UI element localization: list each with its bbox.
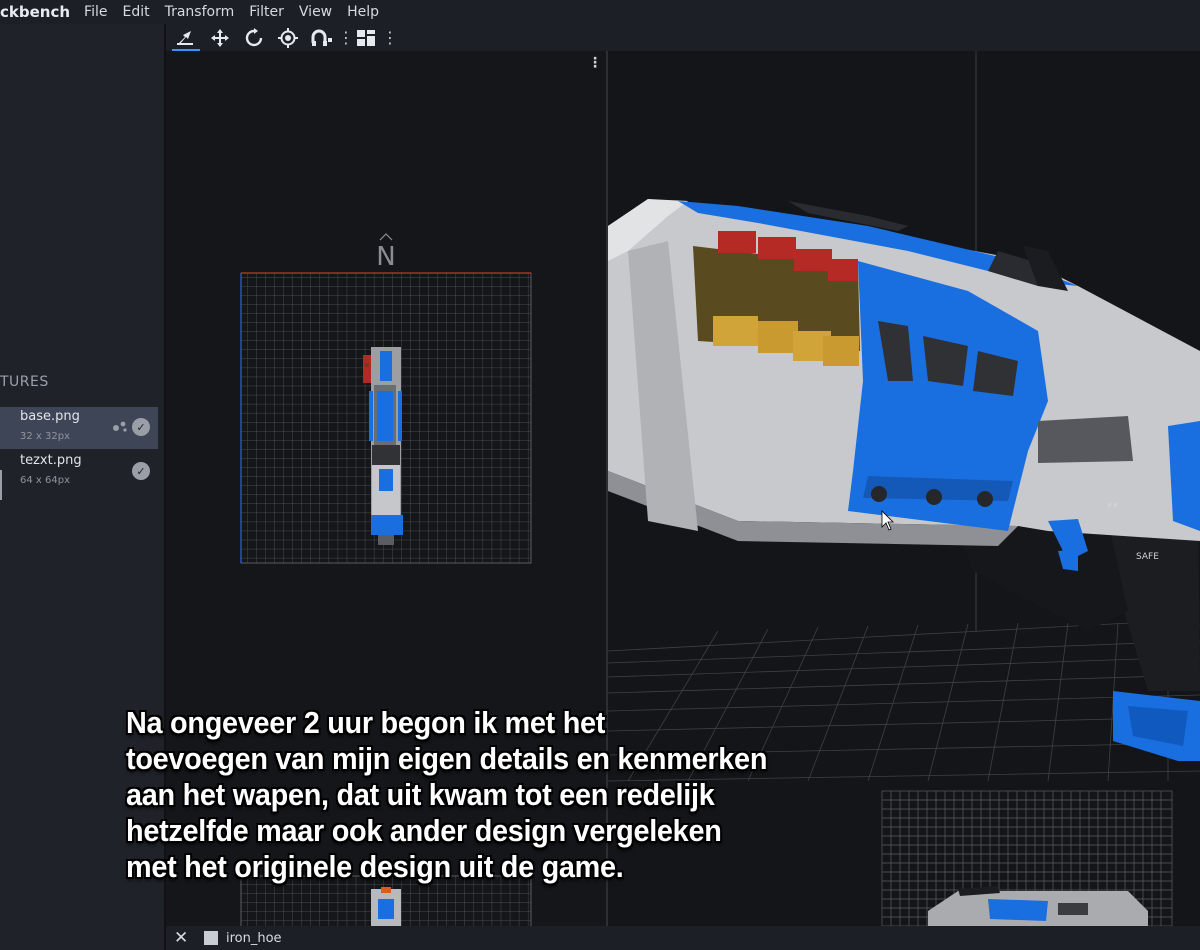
gun-model: SAFE — [608, 199, 1200, 761]
texture-name: base.png — [20, 409, 80, 424]
translate-icon[interactable] — [206, 26, 234, 50]
menu-view[interactable]: View — [299, 4, 332, 20]
texture-size: 32 x 32px — [20, 431, 70, 442]
menu-transform[interactable]: Transform — [165, 4, 235, 20]
caption-line: hetzelfde maar ook ander design vergelek… — [126, 813, 722, 848]
textures-panel-title: TURES — [0, 374, 49, 390]
particle-icon[interactable] — [112, 419, 128, 437]
menu-filter[interactable]: Filter — [249, 4, 284, 20]
texture-check-icon[interactable]: ✓ — [132, 418, 150, 436]
svg-text:N: N — [376, 242, 395, 272]
texture-item-tezxt[interactable]: tezxt.png 64 x 64px ✓ — [0, 451, 158, 493]
rotate-icon[interactable] — [240, 26, 268, 50]
vertex-snap-icon[interactable] — [308, 26, 336, 50]
video-caption: Na ongeveer 2 uur begon ik met het toevo… — [126, 705, 870, 885]
app-title: ckbench — [0, 3, 71, 21]
texture-check-icon[interactable]: ✓ — [132, 462, 150, 480]
pivot-icon[interactable] — [274, 26, 302, 50]
menu-edit[interactable]: Edit — [122, 4, 149, 20]
project-cube-icon — [204, 931, 218, 945]
texture-size: 64 x 64px — [20, 475, 70, 486]
caption-line: toevoegen van mijn eigen details en kenm… — [126, 741, 768, 776]
texture-name: tezxt.png — [20, 453, 82, 468]
caption-line: met het originele design uit de game. — [126, 849, 624, 884]
menu-help[interactable]: Help — [347, 4, 379, 20]
texture-item-base[interactable]: base.png 32 x 32px ✓ — [0, 407, 158, 449]
status-bar: ✕ iron_hoe — [166, 926, 1200, 950]
caption-line: aan het wapen, dat uit kwam tot een rede… — [126, 777, 715, 812]
uv-texture-island-2 — [371, 887, 401, 926]
menu-file[interactable]: File — [84, 4, 107, 20]
close-icon[interactable]: ✕ — [174, 928, 190, 948]
move-uv-tool-icon[interactable] — [172, 25, 200, 51]
compass-north-icon: N — [376, 233, 396, 272]
toolbar: ⋮ ⋮ — [166, 24, 1200, 51]
menu-bar: ckbench File Edit Transform Filter View … — [0, 0, 1200, 24]
project-name: iron_hoe — [226, 930, 282, 946]
gun-preview-lower — [928, 886, 1148, 926]
safe-engraving: SAFE — [1136, 552, 1159, 562]
texture-thumb-fragment — [0, 470, 16, 500]
layout-icon[interactable] — [352, 26, 380, 50]
toolbar-more-icon[interactable]: ⋮ — [338, 28, 354, 47]
toolbar-more-icon-2[interactable]: ⋮ — [382, 28, 398, 47]
caption-line: Na ongeveer 2 uur begon ik met het — [126, 705, 606, 740]
